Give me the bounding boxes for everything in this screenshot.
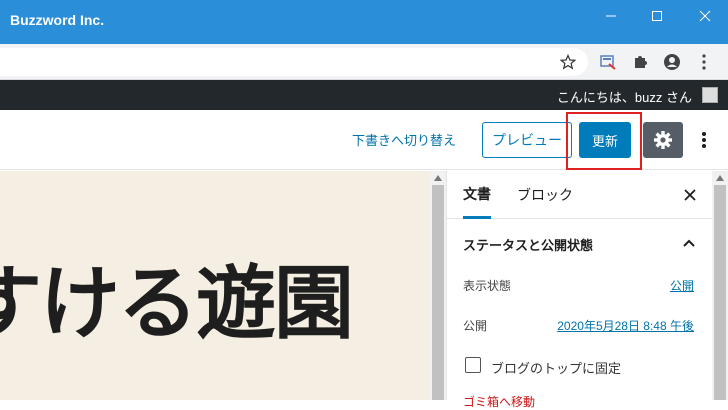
chevron-up-icon[interactable] — [681, 235, 697, 251]
browser-toolbar — [0, 44, 728, 80]
bookmark-star-icon[interactable] — [556, 50, 580, 74]
panel-title[interactable]: ステータスと公開状態 — [463, 235, 593, 254]
extensions-puzzle-icon[interactable] — [628, 50, 652, 74]
settings-sidebar: 文書 ブロック ステータスと公開状態 表示状態 公開 公開 2020年5月28日… — [446, 171, 713, 409]
editor-canvas[interactable]: すける遊園 — [0, 171, 430, 400]
profile-icon[interactable] — [660, 50, 684, 74]
canvas-scrollbar[interactable] — [430, 171, 446, 400]
maximize-icon — [652, 11, 662, 21]
browser-menu-icon[interactable] — [692, 50, 716, 74]
address-bar[interactable] — [0, 48, 588, 76]
visibility-label: 表示状態 — [463, 279, 512, 293]
publish-date-link[interactable]: 2020年5月28日 8:48 午後 — [557, 317, 694, 334]
sticky-checkbox[interactable] — [465, 357, 481, 373]
tab-block[interactable]: ブロック — [517, 171, 573, 219]
settings-button[interactable] — [643, 122, 683, 158]
gear-icon — [654, 131, 672, 149]
post-title[interactable]: すける遊園 — [0, 239, 354, 355]
update-button[interactable]: 更新 — [579, 122, 631, 158]
switch-to-draft-link[interactable]: 下書きへ切り替え — [352, 130, 456, 149]
maximize-button[interactable] — [636, 0, 678, 32]
canvas-scrollbar-thumb[interactable] — [432, 185, 444, 400]
sidebar-tabs: 文書 ブロック — [447, 171, 713, 219]
sidebar-scrollbar-thumb[interactable] — [714, 185, 726, 400]
screenshot-extension-icon[interactable] — [596, 50, 620, 74]
more-vertical-icon — [702, 132, 706, 148]
wp-admin-bar: こんにちは、buzz さん — [0, 80, 728, 110]
close-icon — [699, 10, 711, 22]
sticky-label[interactable]: ブログのトップに固定 — [491, 358, 621, 377]
minimize-button[interactable] — [590, 0, 632, 32]
sidebar-scrollbar[interactable] — [712, 171, 728, 400]
close-window-button[interactable] — [684, 0, 726, 32]
window-title: Buzzword Inc. — [10, 12, 105, 28]
more-options-button[interactable] — [694, 122, 714, 158]
close-sidebar-button[interactable] — [679, 184, 701, 206]
close-icon — [684, 189, 696, 201]
scroll-up-icon — [434, 175, 442, 181]
publish-label: 公開 — [463, 319, 488, 333]
minimize-icon — [606, 15, 616, 17]
avatar[interactable] — [702, 87, 718, 103]
preview-button[interactable]: プレビュー — [482, 122, 572, 158]
visibility-link[interactable]: 公開 — [670, 277, 694, 294]
scroll-up-icon — [716, 175, 724, 181]
window-titlebar: Buzzword Inc. — [0, 0, 728, 44]
editor-header: 下書きへ切り替え プレビュー 更新 — [0, 110, 728, 170]
admin-greeting[interactable]: こんにちは、buzz さん — [557, 87, 692, 106]
move-to-trash-link[interactable]: ゴミ箱へ移動 — [463, 393, 535, 410]
tab-document[interactable]: 文書 — [463, 171, 491, 219]
